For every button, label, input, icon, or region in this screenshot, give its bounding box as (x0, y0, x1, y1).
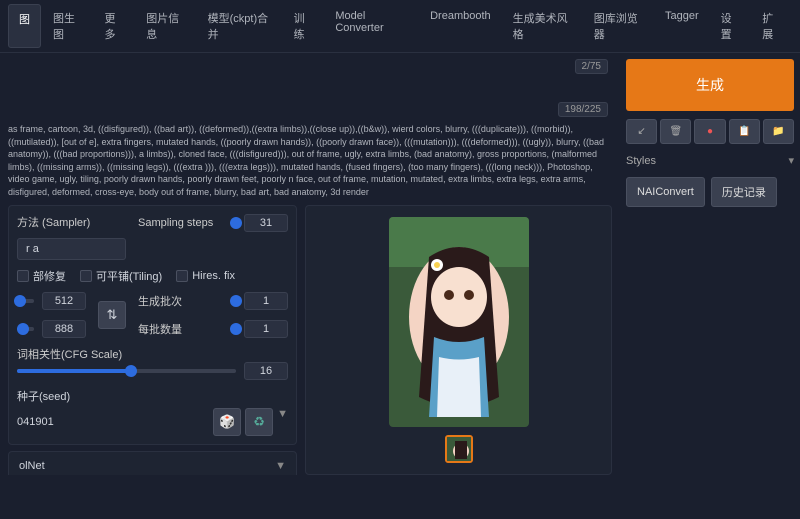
seed-value[interactable]: 041901 (17, 416, 207, 428)
tab-image-browser[interactable]: 图库浏览器 (584, 4, 653, 48)
tab-more[interactable]: 更多 (95, 4, 135, 48)
hires-fix-check[interactable]: Hires. fix (176, 270, 235, 282)
generate-button[interactable]: 生成 (626, 59, 794, 111)
arrow-icon-button[interactable]: ↙ (626, 119, 657, 144)
tab-txt2img[interactable]: 图 (8, 4, 41, 48)
negative-prompt-input[interactable]: as frame, cartoon, 3d, ((disfigured)), (… (8, 123, 612, 199)
nai-convert-button[interactable]: NAIConvert (626, 177, 705, 207)
tab-dreambooth[interactable]: Dreambooth (420, 4, 501, 48)
cfg-slider[interactable] (17, 369, 236, 373)
seed-label: 种子(seed) (17, 391, 70, 403)
folder-icon-button[interactable]: 📁 (763, 119, 794, 144)
sampler-dropdown[interactable]: r a (17, 238, 126, 260)
neg-prompt-counter: 198/225 (558, 102, 608, 117)
sampler-label: 方法 (Sampler) (17, 214, 107, 230)
cfg-value[interactable]: 16 (244, 362, 288, 380)
tiling-check[interactable]: 可平铺(Tiling) (80, 268, 162, 284)
height-value[interactable]: 888 (42, 320, 86, 338)
tab-png-info[interactable]: 图片信息 (136, 4, 195, 48)
tab-art-style[interactable]: 生成美术风格 (503, 4, 582, 48)
chevron-down-icon: ▼ (275, 460, 286, 472)
steps-label: Sampling steps (138, 217, 228, 229)
top-tabs: 图 图生图 更多 图片信息 模型(ckpt)合并 训练 Model Conver… (0, 0, 800, 53)
seed-expand-icon[interactable]: ▼ (277, 408, 288, 436)
tab-img2img[interactable]: 图生图 (43, 4, 93, 48)
batch-count-value[interactable]: 1 (244, 292, 288, 310)
swap-dimensions-button[interactable]: ⇅ (98, 301, 126, 329)
styles-label: Styles (626, 155, 780, 167)
batch-size-label: 每批数量 (138, 321, 228, 337)
prompt-counter: 2/75 (575, 59, 608, 74)
width-value[interactable]: 512 (42, 292, 86, 310)
paste-icon-button[interactable]: 📋 (729, 119, 760, 144)
output-preview (305, 205, 612, 475)
history-button[interactable]: 历史记录 (711, 177, 777, 207)
tab-settings[interactable]: 设置 (711, 4, 751, 48)
output-thumbnail[interactable] (445, 435, 473, 463)
generated-image[interactable] (389, 217, 529, 427)
seed-recycle-button[interactable]: ♻ (245, 408, 273, 436)
trash-icon-button[interactable]: 🗑 (660, 119, 691, 144)
tab-tagger[interactable]: Tagger (655, 4, 709, 48)
record-icon-button[interactable]: ● (694, 119, 725, 144)
tab-extensions[interactable]: 扩展 (752, 4, 792, 48)
styles-dropdown[interactable]: ▾ (788, 154, 794, 167)
tab-train[interactable]: 训练 (284, 4, 324, 48)
face-restore-check[interactable]: 部修复 (17, 268, 66, 284)
seed-random-button[interactable]: 🎲 (213, 408, 241, 436)
prompt-input[interactable] (8, 80, 612, 96)
batch-count-label: 生成批次 (138, 293, 228, 309)
height-slider[interactable] (17, 327, 34, 331)
tab-model-converter[interactable]: Model Converter (325, 4, 418, 48)
tab-ckpt-merge[interactable]: 模型(ckpt)合并 (198, 4, 282, 48)
batch-size-value[interactable]: 1 (244, 320, 288, 338)
cfg-label: 词相关性(CFG Scale) (17, 346, 122, 362)
controlnet-accordion[interactable]: olNet▼ (8, 451, 297, 475)
width-slider[interactable] (17, 299, 34, 303)
steps-value[interactable]: 31 (244, 214, 288, 232)
